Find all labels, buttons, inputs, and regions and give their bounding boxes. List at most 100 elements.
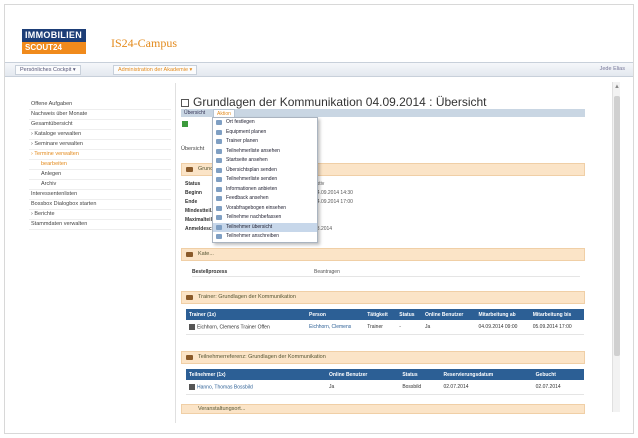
main-nav: Persönliches Cockpit ▾ Administration de… [5, 62, 633, 77]
sidebar-item-stammdaten[interactable]: Stammdaten verwalten [29, 220, 171, 230]
nav-administration[interactable]: Administration der Akademie ▾ [113, 65, 198, 75]
menu-item-label: Feedback ansehen [226, 195, 269, 201]
menu-item-label: Equipment planen [226, 128, 267, 135]
location-icon [216, 120, 222, 125]
trainer-name: Eichhorn, Clemens Trainer Offen [197, 323, 270, 330]
menu-item-label: Teilnehme nachbefassen [226, 214, 282, 220]
column-header[interactable]: Gebucht [532, 369, 584, 380]
column-header[interactable]: Online Benutzer [326, 369, 400, 380]
sidebar-item-archiv[interactable]: Archiv [29, 180, 171, 190]
menu-item[interactable]: Feedback ansehen [213, 194, 317, 204]
sidebar-item-nachweis[interactable]: Nachweis über Monate [29, 110, 171, 120]
table-row[interactable]: Eichhorn, Clemens Trainer Offen Eichhorn… [186, 320, 584, 335]
table-cell: Trainer [364, 320, 397, 335]
table-row[interactable]: Hanno, Thomas Bossbild Ja Bossbild 02.07… [186, 380, 584, 395]
teilnehmer-section-header: Teilnehmerreferenz: Grundlagen der Kommu… [181, 351, 585, 364]
sidebar-item-seminare[interactable]: › Seminare verwalten [29, 140, 171, 150]
trainer-table: Trainer (1x) Person Tätigkeit Status Onl… [186, 309, 584, 335]
sidebar-item-gesamtuebersicht[interactable]: Gesamtübersicht [29, 120, 171, 130]
table-cell-link[interactable]: Eichhorn, Clemens [306, 320, 365, 335]
table-cell: 04.09.2014 09:00 [475, 320, 530, 335]
menu-item[interactable]: Trainer planen [213, 137, 317, 147]
sidebar-item-bearbeiten[interactable]: bearbeiten [29, 160, 171, 170]
column-header[interactable]: Tätigkeit [364, 309, 397, 320]
scrollbar-thumb[interactable] [614, 96, 620, 356]
subtitle: Übersicht [181, 146, 205, 152]
edit-icon[interactable] [189, 323, 195, 330]
menu-item-label: Informationen anbieten [226, 185, 278, 192]
menu-item[interactable]: Startseite ansehen [213, 156, 317, 166]
menu-item-label: Übersichtsplan senden [226, 166, 277, 173]
page-icon [216, 158, 222, 163]
calendar-icon [186, 167, 193, 172]
sidebar-item-termine[interactable]: › Termine verwalten [29, 150, 171, 160]
people-icon [216, 224, 222, 230]
column-header[interactable]: Status [399, 369, 441, 380]
detail-key: Mindestteil. [185, 208, 213, 214]
send-icon [216, 177, 222, 182]
menu-item[interactable]: Teilnehmerliste ansehen [213, 147, 317, 157]
vertical-scrollbar[interactable]: ▲ [612, 82, 620, 412]
column-header[interactable]: Teilnehmer (1x) [186, 369, 326, 380]
edit-icon[interactable] [189, 383, 195, 390]
venue-section-title: Veranstaltungsort... [198, 406, 246, 412]
menu-item[interactable]: Teilnehmerliste senden [213, 175, 317, 185]
detail-row: Beginn 04.09.2014 14:30 [185, 189, 353, 197]
table-header-row: Teilnehmer (1x) Online Benutzer Status R… [186, 369, 584, 380]
tab-uebersicht[interactable]: Übersicht [181, 109, 208, 117]
page-title-text: Grundlagen der Kommunikation 04.09.2014 … [193, 95, 487, 109]
nav-user[interactable]: Jede Elias [600, 66, 625, 72]
kategorie-key: Bestellprozess [192, 269, 228, 275]
menu-item[interactable]: Equipment planen [213, 128, 317, 138]
menu-item[interactable]: Informationen anbieten [213, 185, 317, 195]
table-cell: Bossbild [399, 380, 441, 395]
sidebar-item-kataloge[interactable]: › Kataloge verwalten [29, 130, 171, 140]
detail-key: Beginn [185, 190, 202, 196]
table-cell[interactable]: Eichhorn, Clemens Trainer Offen [186, 320, 306, 335]
sidebar-item-berichte[interactable]: › Berichte [29, 210, 171, 220]
column-header[interactable]: Online Benutzer [421, 309, 476, 320]
kategorie-row: Bestellprozess Beantragen [192, 267, 580, 277]
column-header[interactable]: Person [306, 309, 365, 320]
detail-row: Status aktiv [185, 180, 324, 188]
table-cell: - [396, 320, 422, 335]
detail-row: Ende 04.09.2014 17:00 [185, 198, 353, 206]
sidebar-item-anlegen[interactable]: Anlegen [29, 170, 171, 180]
participant-name[interactable]: Hanno, Thomas Bossbild [197, 384, 253, 390]
menu-item[interactable]: Teilnehmer anschreiben [213, 232, 317, 242]
table-header-row: Trainer (1x) Person Tätigkeit Status Onl… [186, 309, 584, 320]
nav-personal-cockpit[interactable]: Persönliches Cockpit ▾ [15, 65, 81, 75]
logo-line2: SCOUT24 [22, 42, 86, 54]
detail-key: Anmeldeschluss [185, 226, 225, 232]
menu-item-highlighted[interactable]: Teilnehmer übersicht [213, 222, 317, 232]
detail-key: Status [185, 181, 201, 187]
info-icon [216, 186, 222, 192]
column-header[interactable]: Reservierungsdatum [440, 369, 533, 380]
menu-item[interactable]: Übersichtsplan senden [213, 166, 317, 176]
menu-item-label: Teilnehmerliste ansehen [226, 147, 280, 154]
column-header[interactable]: Mitarbeitung bis [529, 309, 584, 320]
trainer-section-header: Trainer: Grundlagen der Kommunikation [181, 291, 585, 304]
venue-section-header: Veranstaltungsort... [181, 404, 585, 414]
menu-item[interactable]: Ort festlegen [213, 118, 317, 128]
sidebar-item-offene-aufgaben[interactable]: Offene Aufgaben [29, 100, 171, 110]
sidebar-item-interessentenlisten[interactable]: Interessentenlisten [29, 190, 171, 200]
column-header[interactable]: Mitarbeitung ab [475, 309, 530, 320]
page-icon [181, 98, 189, 107]
table-cell[interactable]: Hanno, Thomas Bossbild [186, 380, 326, 395]
equipment-icon [216, 129, 222, 135]
menu-item-label: Teilnehmer übersicht [226, 223, 273, 230]
menu-item[interactable]: Teilnehme nachbefassen [213, 213, 317, 223]
table-cell: 02.07.2014 [440, 380, 533, 395]
menu-item[interactable]: Vorabfragebogen einsehen [213, 204, 317, 214]
sidebar-item-bossbox[interactable]: Bossbox Dialogbox starten [29, 200, 171, 210]
scroll-up-icon[interactable]: ▲ [614, 84, 620, 90]
action-dropdown-menu: Ort festlegen Equipment planen Trainer p… [212, 117, 318, 243]
mail-icon [216, 234, 222, 239]
column-header[interactable]: Status [396, 309, 422, 320]
column-header[interactable]: Trainer (1x) [186, 309, 306, 320]
logo-line1: IMMOBILIEN [22, 29, 86, 42]
trainer-section-title: Trainer: Grundlagen der Kommunikation [198, 294, 296, 300]
logo[interactable]: IMMOBILIEN SCOUT24 [22, 29, 86, 55]
excel-export-icon[interactable] [182, 121, 188, 127]
